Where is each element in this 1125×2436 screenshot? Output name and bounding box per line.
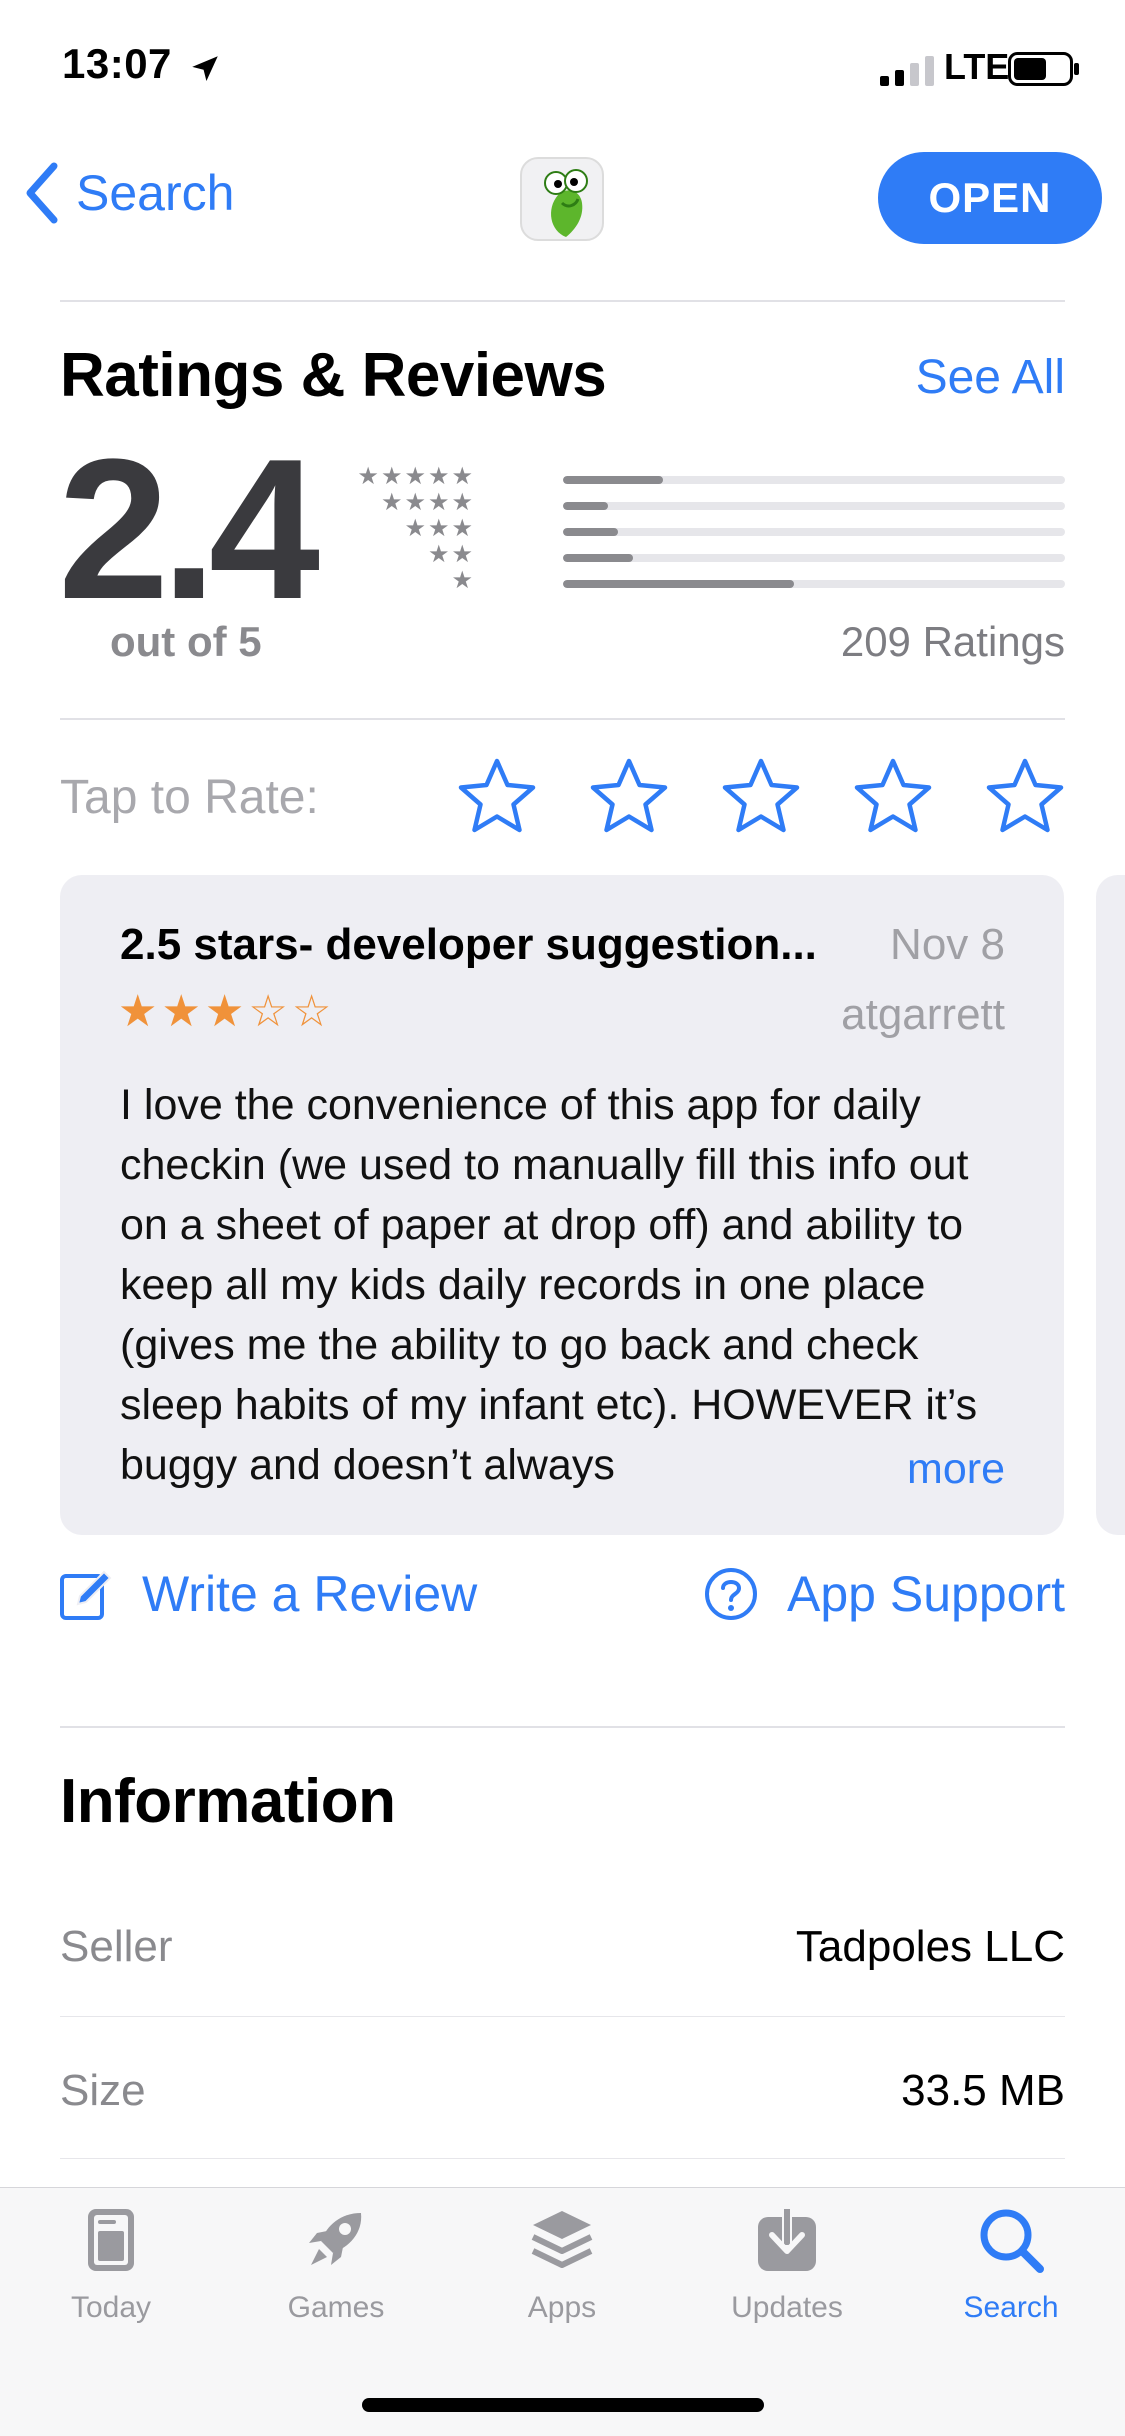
review-author: atgarrett — [841, 990, 1005, 1039]
tab-apps[interactable]: Apps — [482, 2205, 642, 2325]
divider — [60, 300, 1065, 302]
location-arrow-icon — [192, 56, 218, 82]
rating-distribution-row: ★★★★ — [380, 489, 1065, 520]
open-button[interactable]: OPEN — [878, 152, 1102, 244]
out-of-label: out of 5 — [110, 618, 262, 665]
rate-star-2-icon[interactable] — [587, 755, 671, 839]
see-all-link[interactable]: See All — [916, 350, 1065, 405]
status-time: 13:07 — [62, 40, 172, 87]
review-date: Nov 8 — [890, 920, 1005, 969]
back-label: Search — [76, 165, 235, 221]
download-icon — [758, 2207, 816, 2271]
tab-today[interactable]: Today — [31, 2205, 191, 2325]
frog-logo — [544, 169, 588, 237]
network-type: LTE — [944, 46, 1010, 87]
app-icon — [520, 157, 604, 241]
divider — [60, 718, 1065, 720]
write-review-button[interactable]: Write a Review — [58, 1565, 477, 1623]
back-button[interactable]: Search — [22, 160, 234, 226]
app-support-button[interactable]: App Support — [703, 1565, 1065, 1623]
three-stars-icon: ★★★ — [404, 515, 475, 542]
rate-star-4-icon[interactable] — [851, 755, 935, 839]
rating-distribution-row: ★★★★★ — [357, 463, 1065, 494]
write-review-label: Write a Review — [142, 1566, 478, 1622]
tab-search[interactable]: Search — [931, 2205, 1091, 2325]
star-empty-icon: ☆ — [291, 987, 332, 1036]
layers-icon — [531, 2211, 593, 2268]
chevron-left-icon — [26, 162, 58, 224]
total-ratings: 209 Ratings — [840, 618, 1065, 665]
star-empty-icon: ☆ — [248, 987, 288, 1036]
today-icon — [88, 2209, 134, 2271]
one-star-icon: ★ — [451, 567, 475, 594]
rating-distribution-row: ★ — [380, 567, 1065, 598]
tab-games[interactable]: Games — [256, 2205, 416, 2325]
info-value-size: 33.5 MB — [901, 2066, 1065, 2115]
compose-icon — [60, 1570, 112, 1620]
divider — [60, 1726, 1065, 1728]
info-value-seller: Tadpoles LLC — [795, 1922, 1065, 1971]
tab-label: Updates — [731, 2291, 843, 2324]
distribution-bar — [563, 476, 664, 484]
rate-star-5-icon[interactable] — [983, 755, 1067, 839]
battery-icon — [1008, 52, 1079, 86]
row-divider — [60, 2016, 1065, 2017]
tab-label: Today — [70, 2291, 152, 2324]
app-support-label: App Support — [787, 1566, 1065, 1622]
two-stars-icon: ★★ — [427, 541, 475, 568]
rating-distribution-row: ★★★ — [380, 515, 1065, 546]
tab-label: Apps — [527, 2291, 597, 2324]
row-divider — [60, 2158, 1065, 2159]
help-circle-icon — [705, 1568, 758, 1620]
rating-distribution-row: ★★ — [380, 541, 1065, 572]
average-rating: 2.4 — [58, 418, 320, 641]
review-star-rating: ★ ★ ★ ☆ ☆ — [118, 990, 331, 1034]
next-review-card[interactable] — [1096, 875, 1125, 1535]
tap-to-rate-label: Tap to Rate: — [60, 771, 319, 824]
review-title: 2.5 stars- developer suggestion... — [120, 920, 817, 969]
tab-label: Search — [963, 2291, 1059, 2324]
distribution-bar — [563, 528, 619, 536]
distribution-bar — [563, 502, 609, 510]
star-filled-icon: ★ — [204, 987, 245, 1036]
star-filled-icon: ★ — [161, 987, 201, 1036]
info-label-size: Size — [60, 2066, 146, 2115]
tab-label: Games — [287, 2291, 385, 2324]
ratings-title: Ratings & Reviews — [60, 341, 607, 410]
five-stars-icon: ★★★★★ — [357, 463, 475, 490]
search-icon — [980, 2209, 1044, 2273]
information-title: Information — [60, 1767, 396, 1836]
rocket-icon — [309, 2213, 362, 2265]
review-body: I love the convenience of this app for d… — [120, 1081, 978, 1489]
rate-star-1-icon[interactable] — [455, 755, 539, 839]
four-stars-icon: ★★★★ — [380, 489, 475, 516]
review-more-link[interactable]: more — [827, 1439, 1005, 1499]
rate-star-3-icon[interactable] — [719, 755, 803, 839]
distribution-bar — [563, 554, 634, 562]
distribution-bar — [563, 580, 794, 588]
info-label-seller: Seller — [60, 1922, 173, 1971]
home-indicator[interactable] — [362, 2398, 764, 2412]
tab-updates[interactable]: Updates — [707, 2205, 867, 2325]
signal-strength-icon — [880, 56, 934, 86]
star-filled-icon: ★ — [118, 987, 158, 1036]
